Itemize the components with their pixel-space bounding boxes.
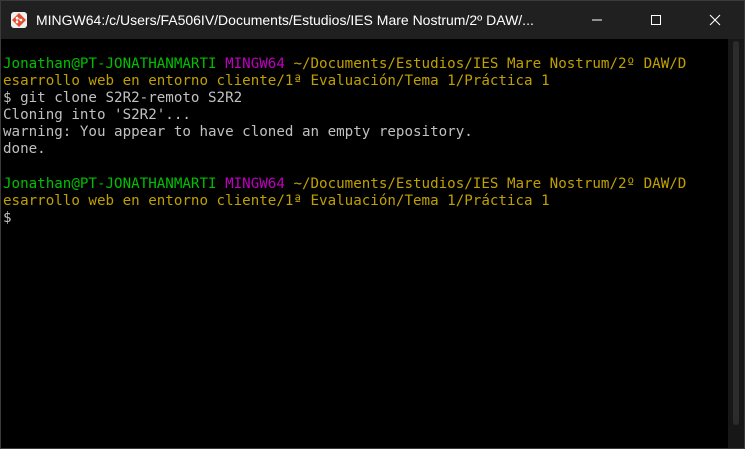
vertical-scrollbar[interactable] (728, 39, 744, 448)
terminal-window: MINGW64:/c/Users/FA506IV/Documents/Estud… (0, 0, 745, 449)
minimize-icon (592, 19, 602, 21)
minimize-button[interactable] (574, 1, 620, 39)
prompt-line: Jonathan@PT-JONATHANMARTI MINGW64 ~/Docu… (3, 176, 727, 193)
output-line: Cloning into 'S2R2'... (3, 107, 191, 124)
prompt-line: Jonathan@PT-JONATHANMARTI MINGW64 ~/Docu… (3, 56, 727, 73)
close-icon (709, 14, 721, 26)
output-line: done. (3, 141, 46, 158)
git-bash-icon[interactable] (10, 11, 28, 29)
command-prompt[interactable]: $ (3, 210, 727, 227)
path-continuation: esarrollo web en entorno cliente/1ª Eval… (3, 73, 550, 90)
current-path: ~/Documents/Estudios/IES Mare Nostrum/2º… (293, 56, 687, 72)
scrollbar-thumb[interactable] (733, 41, 739, 425)
window-title: MINGW64:/c/Users/FA506IV/Documents/Estud… (36, 12, 534, 28)
user-host: Jonathan@PT-JONATHANMARTI (3, 56, 217, 72)
command-line: $ git clone S2R2-remoto S2R2 (3, 90, 243, 107)
title-bar[interactable]: MINGW64:/c/Users/FA506IV/Documents/Estud… (1, 1, 744, 39)
current-path: ~/Documents/Estudios/IES Mare Nostrum/2º… (293, 175, 687, 192)
shell-name: MINGW64 (225, 56, 285, 72)
close-button[interactable] (692, 1, 738, 39)
path-continuation: esarrollo web en entorno cliente/1ª Eval… (3, 192, 550, 209)
output-line: warning: You appear to have cloned an em… (3, 124, 473, 141)
maximize-button[interactable] (633, 1, 679, 39)
terminal-output[interactable]: Jonathan@PT-JONATHANMARTI MINGW64 ~/Docu… (1, 39, 727, 448)
maximize-icon (651, 15, 661, 25)
user-host: Jonathan@PT-JONATHANMARTI (3, 175, 217, 192)
shell-name: MINGW64 (225, 175, 285, 192)
